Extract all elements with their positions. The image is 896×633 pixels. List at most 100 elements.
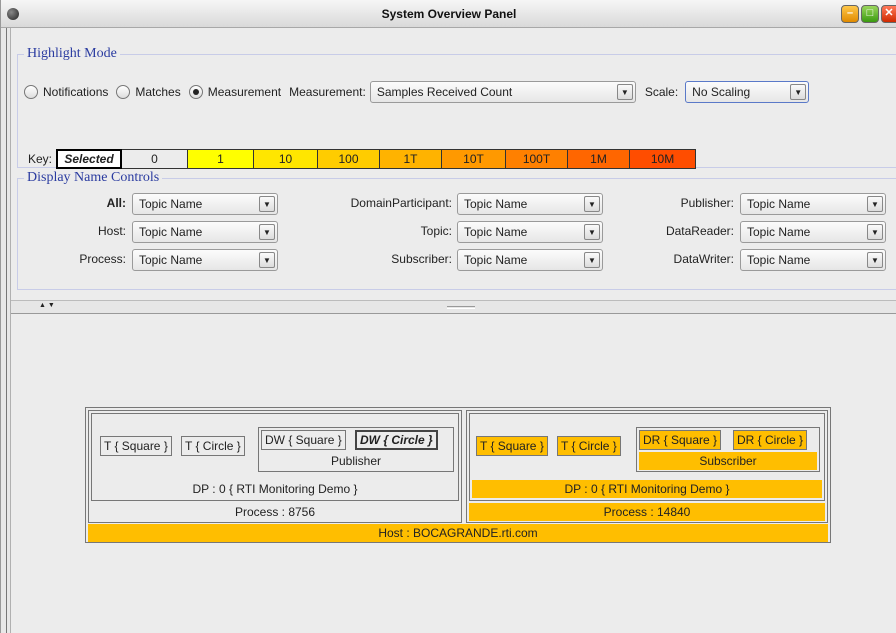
matches-radio[interactable] xyxy=(116,85,131,99)
host-name-select[interactable]: Topic Name ▼ xyxy=(132,221,278,243)
minimize-button[interactable]: – xyxy=(841,5,859,23)
chevron-down-icon[interactable]: ▼ xyxy=(584,224,600,240)
chevron-down-icon[interactable]: ▼ xyxy=(259,224,275,240)
top-panel: Highlight Mode Notifications Matches Mea… xyxy=(11,38,896,296)
host-label: Host: xyxy=(97,224,126,238)
system-overview-window: System Overview Panel – □ ✕ Highlight Mo… xyxy=(0,0,896,633)
domain-participant-label: DomainParticipant: xyxy=(350,196,452,210)
measurement-label: Measurement: xyxy=(289,85,366,99)
window-title: System Overview Panel xyxy=(381,7,517,21)
topic-square-publisher[interactable]: T { Square } xyxy=(100,436,172,456)
domain-participant-box-subscriber[interactable]: T { Square } T { Circle } DR { Square } … xyxy=(469,413,825,501)
key-cell: 0 xyxy=(122,149,189,169)
all-label: All: xyxy=(106,196,126,210)
close-button[interactable]: ✕ xyxy=(881,5,896,23)
all-name-select-value: Topic Name xyxy=(139,197,203,211)
publisher-name-select[interactable]: Topic Name ▼ xyxy=(740,193,886,215)
process-label-publisher: Process : 8756 xyxy=(234,505,316,519)
datareader-name-select[interactable]: Topic Name ▼ xyxy=(740,221,886,243)
chevron-down-icon[interactable]: ▼ xyxy=(584,252,600,268)
drag-handle[interactable] xyxy=(447,306,475,309)
scale-label: Scale: xyxy=(644,85,679,99)
topic-square-subscriber[interactable]: T { Square } xyxy=(476,436,548,456)
publisher-name-select-value: Topic Name xyxy=(747,197,811,211)
matches-radio-label[interactable]: Matches xyxy=(135,85,180,99)
close-icon: ✕ xyxy=(884,7,894,19)
split-pane-divider[interactable]: ▲ ▼ xyxy=(11,300,896,314)
publisher-label-text: Publisher xyxy=(330,454,382,468)
datawriter-circle-selected[interactable]: DW { Circle } xyxy=(355,430,438,450)
process-box-subscriber[interactable]: T { Square } T { Circle } DR { Square } … xyxy=(466,410,828,523)
domain-participant-box-publisher[interactable]: T { Square } T { Circle } DW { Square } … xyxy=(91,413,459,501)
dp-label-subscriber: DP : 0 { RTI Monitoring Demo } xyxy=(472,480,822,498)
scale-select[interactable]: No Scaling ▼ xyxy=(685,81,810,103)
subscriber-label-text: Subscriber xyxy=(639,452,817,470)
subscriber-box[interactable]: DR { Square } DR { Circle } Subscriber xyxy=(636,427,820,472)
key-cell: 1M xyxy=(568,149,631,169)
datareader-square[interactable]: DR { Square } xyxy=(639,430,722,450)
host-name-select-value: Topic Name xyxy=(139,225,203,239)
maximize-button[interactable]: □ xyxy=(861,5,879,23)
key-cell: 10T xyxy=(442,149,507,169)
chevron-down-icon[interactable]: ▼ xyxy=(790,84,807,100)
scale-select-value: No Scaling xyxy=(692,85,751,99)
host-box[interactable]: T { Square } T { Circle } DW { Square } … xyxy=(85,407,831,543)
key-cell: 1T xyxy=(380,149,443,169)
measurement-select-value: Samples Received Count xyxy=(376,85,513,99)
chevron-down-icon[interactable]: ▼ xyxy=(867,196,883,212)
domain-participant-name-select[interactable]: Topic Name ▼ xyxy=(457,193,603,215)
publisher-box[interactable]: DW { Square } DW { Circle } Publisher xyxy=(258,427,454,472)
measurement-select[interactable]: Samples Received Count ▼ xyxy=(369,81,636,103)
subscriber-name-select[interactable]: Topic Name ▼ xyxy=(457,249,603,271)
all-name-select[interactable]: Topic Name ▼ xyxy=(132,193,278,215)
publisher-label: Publisher: xyxy=(680,196,734,210)
maximize-icon: □ xyxy=(866,7,874,19)
host-label-text: Host : BOCAGRANDE.rti.com xyxy=(88,524,828,542)
topic-name-select[interactable]: Topic Name ▼ xyxy=(457,221,603,243)
chevron-down-icon[interactable]: ▼ xyxy=(867,252,883,268)
display-name-controls-group: Display Name Controls All: Topic Name ▼ H… xyxy=(17,170,896,290)
notifications-radio-label[interactable]: Notifications xyxy=(43,85,108,99)
datawriter-label: DataWriter: xyxy=(673,252,734,266)
chevron-down-icon[interactable]: ▼ xyxy=(616,84,633,100)
system-diagram: T { Square } T { Circle } DW { Square } … xyxy=(11,315,896,633)
color-key: Key: Selected 0 1 10 100 1T 10T 100T 1M … xyxy=(28,149,697,169)
display-name-controls-title: Display Name Controls xyxy=(24,170,163,186)
collapse-arrows-icon[interactable]: ▲ ▼ xyxy=(39,302,55,309)
chevron-down-icon[interactable]: ▼ xyxy=(259,252,275,268)
datareader-circle[interactable]: DR { Circle } xyxy=(733,430,808,450)
highlight-mode-row: Notifications Matches Measurement Measur… xyxy=(24,81,810,103)
chevron-down-icon[interactable]: ▼ xyxy=(584,196,600,212)
key-cell: 100 xyxy=(318,149,381,169)
notifications-radio[interactable] xyxy=(24,85,38,99)
process-box-publisher[interactable]: T { Square } T { Circle } DW { Square } … xyxy=(88,410,462,523)
key-cell: 10M xyxy=(630,149,697,169)
process-label-subscriber: Process : 14840 xyxy=(469,503,825,521)
datareader-name-select-value: Topic Name xyxy=(747,225,811,239)
domain-participant-name-select-value: Topic Name xyxy=(464,197,528,211)
highlight-mode-group: Highlight Mode Notifications Matches Mea… xyxy=(17,46,896,169)
subscriber-name-select-value: Topic Name xyxy=(464,253,528,267)
key-cell: 100T xyxy=(506,149,569,169)
measurement-radio[interactable] xyxy=(188,85,203,99)
title-bar: System Overview Panel – □ ✕ xyxy=(1,0,896,28)
process-label: Process: xyxy=(79,252,126,266)
datawriter-name-select[interactable]: Topic Name ▼ xyxy=(740,249,886,271)
key-cell: 1 xyxy=(188,149,255,169)
datawriter-square[interactable]: DW { Square } xyxy=(261,430,346,450)
topic-name-select-value: Topic Name xyxy=(464,225,528,239)
topic-circle-subscriber[interactable]: T { Circle } xyxy=(557,436,621,456)
minimize-icon: – xyxy=(846,7,854,19)
process-name-select-value: Topic Name xyxy=(139,253,203,267)
topic-circle-publisher[interactable]: T { Circle } xyxy=(181,436,245,456)
topic-label: Topic: xyxy=(420,224,452,238)
dp-label-publisher: DP : 0 { RTI Monitoring Demo } xyxy=(192,482,358,496)
chevron-down-icon[interactable]: ▼ xyxy=(867,224,883,240)
key-cell-selected: Selected xyxy=(56,149,123,169)
measurement-radio-label[interactable]: Measurement xyxy=(208,85,281,99)
process-name-select[interactable]: Topic Name ▼ xyxy=(132,249,278,271)
highlight-mode-title: Highlight Mode xyxy=(24,46,120,62)
key-label: Key: xyxy=(28,152,53,166)
datareader-label: DataReader: xyxy=(665,224,734,238)
chevron-down-icon[interactable]: ▼ xyxy=(259,196,275,212)
